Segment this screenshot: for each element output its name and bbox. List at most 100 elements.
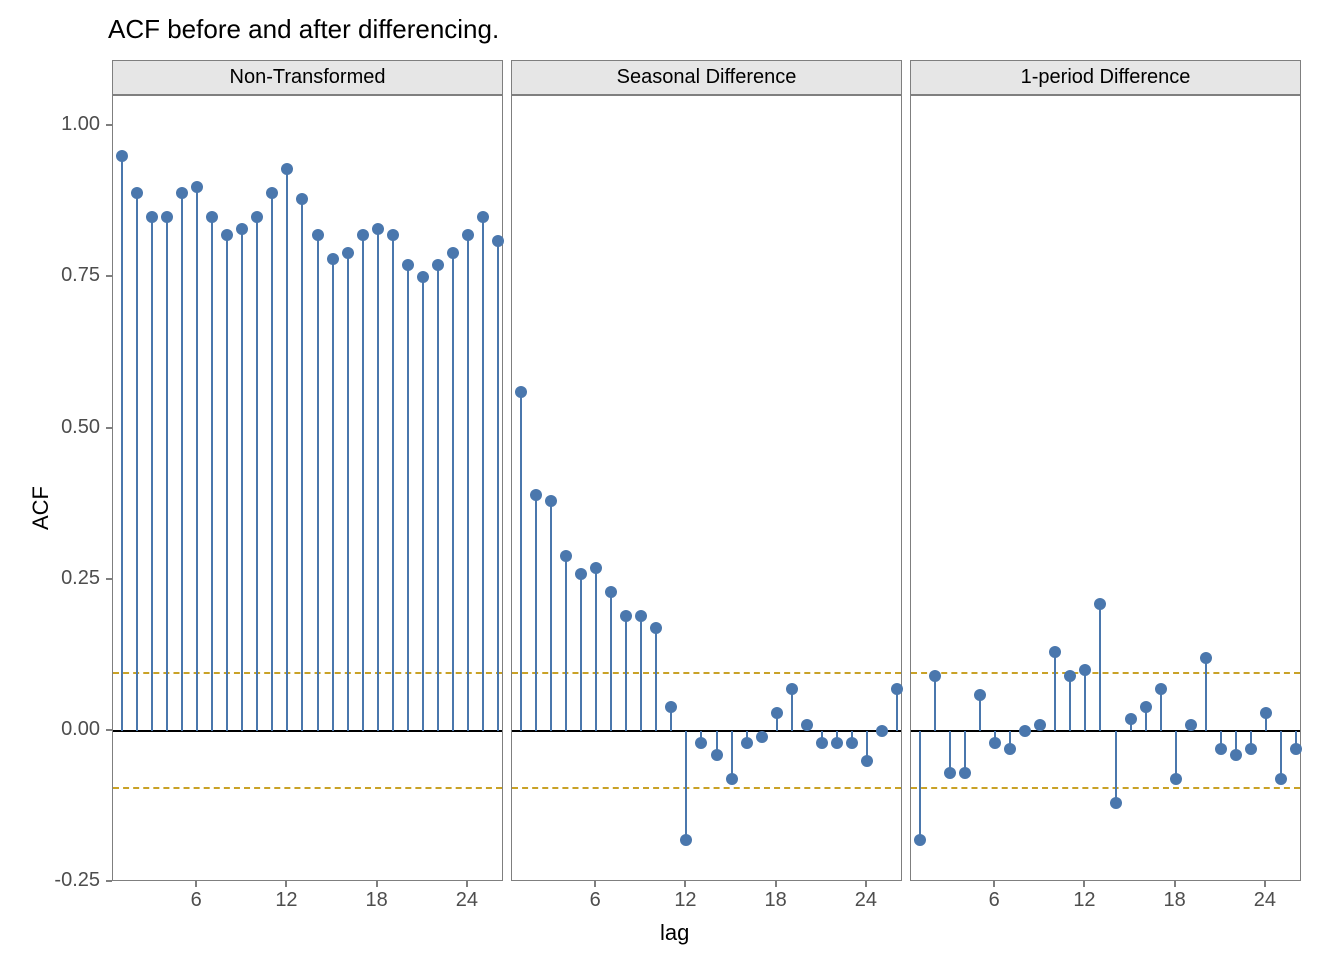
acf-dot <box>741 737 753 749</box>
acf-dot <box>635 610 647 622</box>
acf-dot <box>296 193 308 205</box>
acf-dot <box>771 707 783 719</box>
acf-dot <box>236 223 248 235</box>
acf-stem <box>392 235 394 731</box>
acf-stem <box>121 156 123 730</box>
acf-dot <box>756 731 768 743</box>
acf-dot <box>492 235 504 247</box>
chart-title: ACF before and after differencing. <box>108 14 499 45</box>
acf-stem <box>565 556 567 731</box>
x-tick-mark <box>466 881 468 887</box>
acf-dot <box>575 568 587 580</box>
acf-stem <box>1099 604 1101 731</box>
facet-panel-1 <box>511 95 902 881</box>
acf-dot <box>221 229 233 241</box>
acf-dot <box>477 211 489 223</box>
confidence-line <box>113 787 502 789</box>
acf-dot <box>726 773 738 785</box>
acf-dot <box>176 187 188 199</box>
acf-stem <box>550 501 552 731</box>
acf-dot <box>1245 743 1257 755</box>
acf-dot <box>312 229 324 241</box>
acf-dot <box>432 259 444 271</box>
acf-dot <box>161 211 173 223</box>
acf-dot <box>206 211 218 223</box>
confidence-line <box>911 672 1300 674</box>
acf-stem <box>1280 731 1282 779</box>
acf-dot <box>1290 743 1302 755</box>
acf-stem <box>791 689 793 731</box>
facet-label-1: Seasonal Difference <box>617 66 797 89</box>
acf-stem <box>896 689 898 731</box>
acf-stem <box>919 731 921 840</box>
acf-stem <box>151 217 153 731</box>
acf-stem <box>535 495 537 731</box>
acf-dot <box>711 749 723 761</box>
acf-stem <box>595 568 597 731</box>
acf-dot <box>891 683 903 695</box>
acf-dot <box>914 834 926 846</box>
acf-dot <box>545 495 557 507</box>
acf-dot <box>680 834 692 846</box>
acf-dot <box>1200 652 1212 664</box>
acf-dot <box>1110 797 1122 809</box>
acf-dot <box>131 187 143 199</box>
acf-stem <box>256 217 258 731</box>
acf-dot <box>1185 719 1197 731</box>
acf-dot <box>266 187 278 199</box>
zero-line <box>512 730 901 732</box>
y-tick-label: 0.25 <box>40 567 100 590</box>
y-tick-label: 1.00 <box>40 113 100 136</box>
acf-stem <box>226 235 228 731</box>
x-tick-mark <box>1174 881 1176 887</box>
confidence-line <box>113 672 502 674</box>
acf-dot <box>327 253 339 265</box>
acf-stem <box>610 592 612 731</box>
acf-dot <box>831 737 843 749</box>
acf-dot <box>989 737 1001 749</box>
acf-stem <box>362 235 364 731</box>
x-tick-mark <box>1264 881 1266 887</box>
acf-stem <box>196 187 198 731</box>
x-tick-label: 18 <box>761 889 791 912</box>
x-tick-label: 12 <box>1069 889 1099 912</box>
x-tick-mark <box>594 881 596 887</box>
acf-stem <box>166 217 168 731</box>
y-tick-label: 0.50 <box>40 416 100 439</box>
y-axis-label: ACF <box>28 486 54 530</box>
x-tick-label: 18 <box>362 889 392 912</box>
x-tick-mark <box>195 881 197 887</box>
acf-stem <box>181 193 183 731</box>
acf-stem <box>934 676 936 730</box>
acf-dot <box>1215 743 1227 755</box>
acf-dot <box>876 725 888 737</box>
acf-dot <box>1064 670 1076 682</box>
x-tick-label: 6 <box>979 889 1009 912</box>
acf-stem <box>685 731 687 840</box>
acf-dot <box>974 689 986 701</box>
acf-stem <box>1205 658 1207 731</box>
acf-stem <box>625 616 627 731</box>
acf-dot <box>944 767 956 779</box>
acf-stem <box>136 193 138 731</box>
acf-dot <box>372 223 384 235</box>
acf-stem <box>1115 731 1117 804</box>
acf-stem <box>452 253 454 731</box>
acf-dot <box>357 229 369 241</box>
acf-dot <box>515 386 527 398</box>
acf-stem <box>497 241 499 731</box>
acf-dot <box>402 259 414 271</box>
acf-dot <box>1079 664 1091 676</box>
acf-stem <box>286 169 288 731</box>
acf-dot <box>251 211 263 223</box>
acf-stem <box>437 265 439 731</box>
x-tick-label: 12 <box>670 889 700 912</box>
acf-stem <box>1160 689 1162 731</box>
x-tick-mark <box>1083 881 1085 887</box>
x-tick-mark <box>775 881 777 887</box>
acf-dot <box>590 562 602 574</box>
acf-stem <box>580 574 582 731</box>
acf-stem <box>640 616 642 731</box>
facet-strip-1: Seasonal Difference <box>511 60 902 95</box>
acf-dot <box>846 737 858 749</box>
